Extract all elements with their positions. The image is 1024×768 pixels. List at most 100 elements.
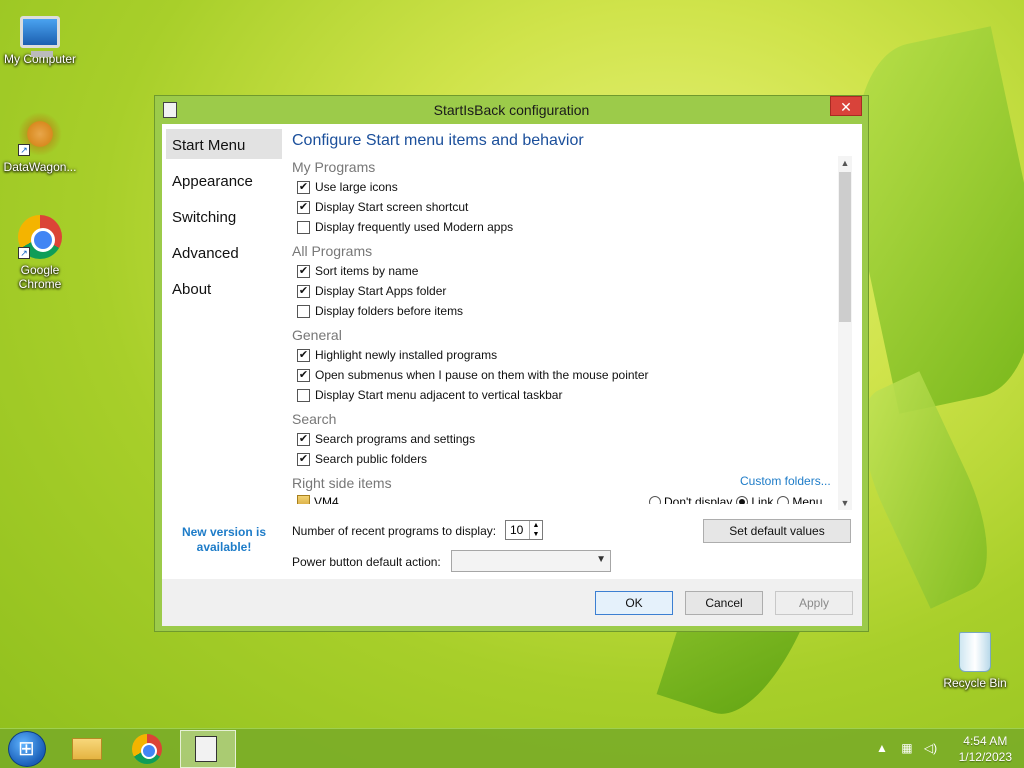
desktop-icon-datawagon[interactable]: ↗ DataWagon...: [0, 112, 80, 174]
title-bar[interactable]: StartIsBack configuration ✕: [155, 96, 868, 124]
checkbox-vertical-taskbar[interactable]: Display Start menu adjacent to vertical …: [297, 387, 562, 403]
window-title: StartIsBack configuration: [433, 102, 590, 118]
folder-icon: [297, 495, 310, 504]
recent-programs-stepper[interactable]: 10 ▲ ▼: [505, 520, 543, 540]
checkbox-box[interactable]: ✔: [297, 452, 310, 466]
checkbox-sort-by-name[interactable]: ✔ Sort items by name: [297, 263, 418, 279]
checkbox-label: Display Start screen shortcut: [315, 200, 469, 214]
checkbox-folders-before-items[interactable]: Display folders before items: [297, 303, 463, 319]
checkbox-box[interactable]: [297, 388, 310, 402]
desktop-icon-my-computer[interactable]: My Computer: [0, 10, 80, 66]
start-button[interactable]: [8, 731, 46, 767]
checkbox-label: Highlight newly installed programs: [315, 348, 498, 362]
recent-programs-label: Number of recent programs to display:: [292, 524, 497, 538]
stepper-arrows-icon[interactable]: ▲ ▼: [529, 521, 542, 539]
taskbar-chrome[interactable]: [120, 730, 176, 768]
shortcut-arrow-icon: ↗: [18, 247, 30, 259]
radio-dot[interactable]: [649, 496, 661, 504]
tray-up-arrow-icon[interactable]: ▲: [876, 741, 888, 755]
power-button-select[interactable]: ▼: [451, 550, 611, 572]
checkbox-box[interactable]: [297, 220, 310, 234]
tray-icons: ▲ ▦ ◁): [876, 741, 937, 755]
checkbox-search-public[interactable]: ✔ Search public folders: [297, 451, 427, 467]
options-scrollbar[interactable]: ▲ ▼: [838, 156, 852, 510]
desktop-icon-recycle-bin[interactable]: Recycle Bin: [935, 632, 1015, 690]
right-side-radio-group: Don't display Link Menu: [645, 495, 822, 504]
checkbox-open-submenus[interactable]: ✔ Open submenus when I pause on them with…: [297, 367, 649, 383]
sidebar-item-about[interactable]: About: [166, 273, 282, 303]
scrollbar-thumb[interactable]: [839, 172, 851, 322]
volume-icon[interactable]: ◁): [924, 741, 937, 755]
checkbox-box[interactable]: ✔: [297, 368, 310, 382]
checkbox-highlight-new[interactable]: ✔ Highlight newly installed programs: [297, 347, 497, 363]
checkbox-box[interactable]: ✔: [297, 348, 310, 362]
sidebar-item-start-menu[interactable]: Start Menu: [166, 129, 282, 159]
page-heading: Configure Start menu items and behavior: [292, 132, 584, 149]
recent-programs-value[interactable]: 10: [510, 523, 523, 537]
group-title-right-side: Right side items: [292, 475, 392, 491]
sidebar-item-switching[interactable]: Switching: [166, 201, 282, 231]
group-title-general: General: [292, 327, 342, 343]
desktop-icon-label: Recycle Bin: [943, 676, 1007, 690]
checkbox-use-large-icons[interactable]: ✔ Use large icons: [297, 179, 398, 195]
power-button-label: Power button default action:: [292, 555, 441, 569]
scroll-up-icon[interactable]: ▲: [838, 156, 852, 170]
checkbox-modern-apps[interactable]: Display frequently used Modern apps: [297, 219, 513, 235]
startisback-icon: [195, 736, 217, 762]
close-button[interactable]: ✕: [830, 96, 862, 116]
checkbox-box[interactable]: ✔: [297, 432, 310, 446]
cancel-button[interactable]: Cancel: [685, 591, 763, 615]
radio-label: Menu: [792, 495, 823, 504]
chrome-icon: ↗: [18, 215, 62, 259]
chrome-icon: [132, 734, 162, 764]
dialog-footer: OK Cancel Apply: [162, 579, 862, 626]
radio-dot[interactable]: [736, 496, 749, 504]
desktop-icon-chrome[interactable]: ↗ Google Chrome: [0, 215, 80, 291]
apply-button[interactable]: Apply: [775, 591, 853, 615]
checkbox-label: Display Start Apps folder: [315, 284, 447, 298]
network-icon[interactable]: ▦: [901, 741, 912, 755]
new-version-link[interactable]: New version is available!: [176, 525, 272, 555]
checkbox-label: Use large icons: [315, 180, 398, 194]
sidebar-item-advanced[interactable]: Advanced: [166, 237, 282, 267]
group-title-search: Search: [292, 411, 337, 427]
checkbox-box[interactable]: [297, 304, 310, 318]
power-button-value: [452, 558, 458, 564]
clock-date: 1/12/2023: [958, 750, 1012, 764]
shortcut-arrow-icon: ↗: [18, 144, 30, 156]
scroll-down-icon[interactable]: ▼: [838, 496, 852, 510]
set-default-values-button[interactable]: Set default values: [703, 519, 851, 543]
checkbox-label: Open submenus when I pause on them with …: [315, 368, 649, 382]
checkbox-box[interactable]: ✔: [297, 284, 310, 298]
window-client: Start Menu Appearance Switching Advanced…: [162, 124, 862, 626]
ok-button[interactable]: OK: [595, 591, 673, 615]
taskbar: ▲ ▦ ◁) 4:54 AM 1/12/2023: [0, 728, 1024, 768]
checkbox-label: Search programs and settings: [315, 432, 476, 446]
radio-dot[interactable]: [777, 496, 790, 504]
checkbox-box[interactable]: ✔: [297, 264, 310, 278]
radio-dont-display[interactable]: Don't display: [649, 495, 732, 504]
checkbox-start-apps-folder[interactable]: ✔ Display Start Apps folder: [297, 283, 446, 299]
group-title-my-programs: My Programs: [292, 159, 376, 175]
taskbar-startisback[interactable]: [180, 730, 236, 768]
sidebar-item-appearance[interactable]: Appearance: [166, 165, 282, 195]
right-side-item-row[interactable]: VM4: [297, 495, 339, 504]
group-title-all-programs: All Programs: [292, 243, 373, 259]
folder-icon: [72, 738, 102, 760]
clock-time: 4:54 AM: [963, 734, 1008, 748]
radio-label: Don't display: [664, 495, 733, 504]
radio-menu[interactable]: Menu: [777, 495, 822, 504]
datawagon-icon: ↗: [18, 112, 62, 156]
checkbox-start-screen-shortcut[interactable]: ✔ Display Start screen shortcut: [297, 199, 468, 215]
desktop-icon-label: DataWagon...: [3, 160, 77, 174]
checkbox-search-programs[interactable]: ✔ Search programs and settings: [297, 431, 475, 447]
checkbox-box[interactable]: ✔: [297, 180, 310, 194]
radio-link[interactable]: Link: [736, 495, 773, 504]
taskbar-file-explorer[interactable]: [58, 730, 114, 768]
checkbox-label: Display Start menu adjacent to vertical …: [315, 388, 563, 402]
checkbox-box[interactable]: ✔: [297, 200, 310, 214]
computer-icon: [20, 16, 60, 57]
checkbox-label: Display folders before items: [315, 304, 464, 318]
taskbar-clock[interactable]: 4:54 AM 1/12/2023: [959, 733, 1012, 765]
custom-folders-link[interactable]: Custom folders...: [740, 474, 831, 488]
